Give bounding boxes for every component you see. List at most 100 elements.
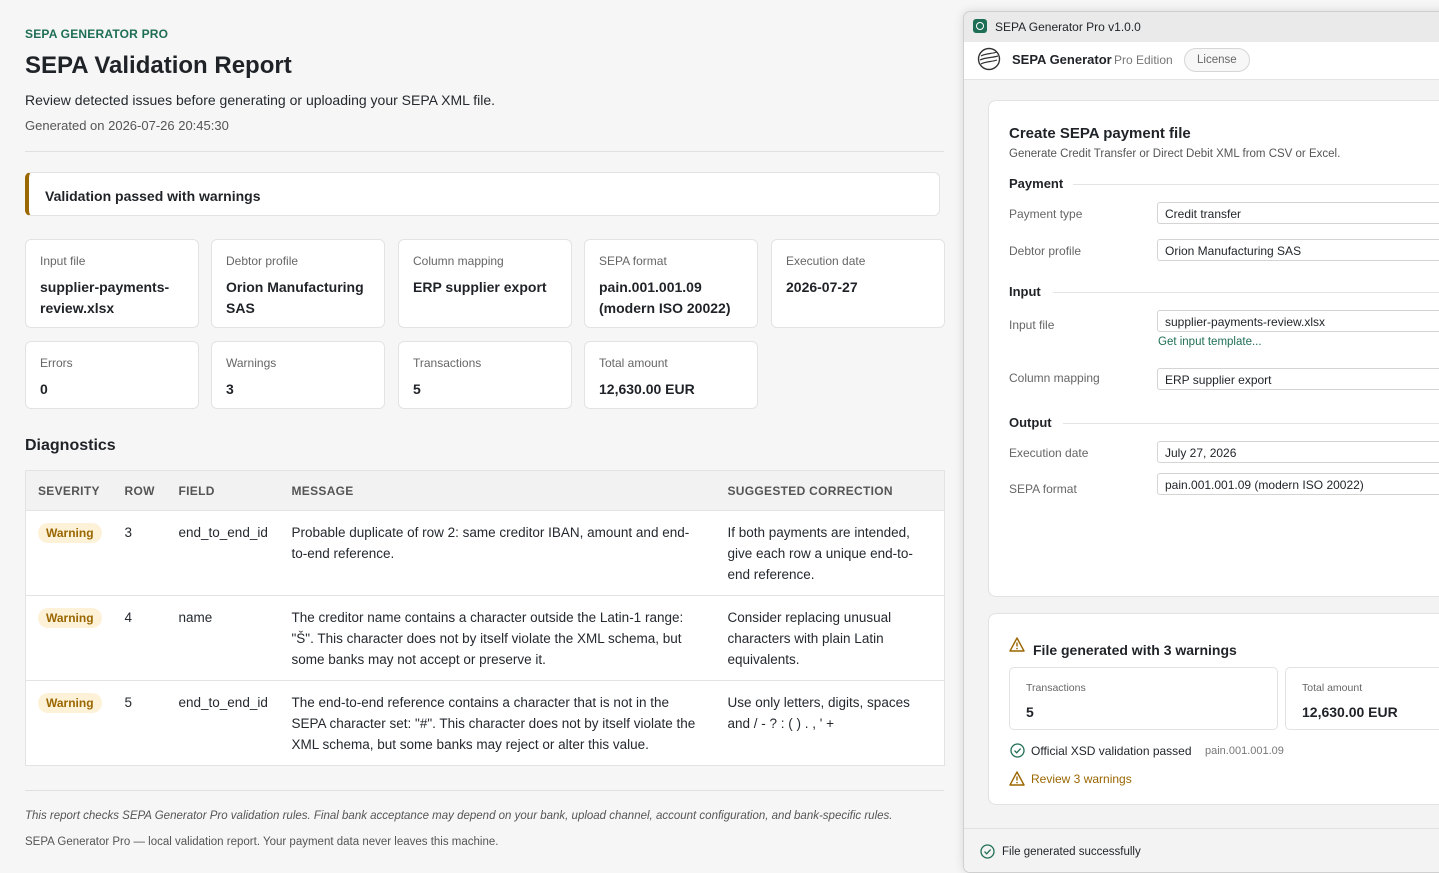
validation-report: SEPA GENERATOR PRO SEPA Validation Repor… — [25, 0, 945, 872]
report-brand: SEPA GENERATOR PRO — [25, 27, 169, 41]
result-title: File generated with 3 warnings — [1033, 642, 1237, 658]
summary-label: Warnings — [226, 356, 277, 370]
result-label: Total amount — [1302, 682, 1363, 694]
create-file-panel: Create SEPA payment file Generate Credit… — [988, 100, 1439, 597]
report-footer: SEPA Generator Pro — local validation re… — [25, 836, 499, 848]
correction-text: Use only letters, digits, spaces and / -… — [715, 680, 945, 766]
warning-icon — [1009, 637, 1025, 652]
summary-value: 2026-07-27 — [786, 279, 858, 295]
result-amount-card: Total amount 12,630.00 EUR — [1285, 667, 1439, 730]
severity-badge: Warning — [38, 523, 102, 543]
app-name: SEPA Generator — [1012, 52, 1112, 67]
severity-badge: Warning — [38, 608, 102, 628]
column-header: SUGGESTED CORRECTION — [715, 470, 945, 511]
message-text: The end-to-end reference contains a char… — [279, 680, 716, 766]
group-divider — [1053, 292, 1439, 293]
field-name: end_to_end_id — [166, 680, 280, 766]
summary-label: Execution date — [786, 254, 866, 268]
diagnostics-title: Diagnostics — [25, 437, 116, 454]
check-circle-icon — [980, 844, 995, 859]
summary-label: Errors — [40, 356, 73, 370]
result-panel: File generated with 3 warnings Transacti… — [988, 613, 1439, 805]
debtor-profile-label: Debtor profile — [1009, 244, 1082, 258]
header-divider — [25, 151, 944, 152]
summary-value: ERP supplier export — [413, 279, 547, 295]
column-header: FIELD — [166, 470, 280, 511]
summary-value: 0 — [40, 381, 48, 397]
group-divider — [1073, 184, 1439, 185]
summary-card-sepa-format: SEPA format pain.001.001.09 (modern ISO … — [584, 239, 758, 328]
app-icon — [973, 19, 987, 33]
column-mapping-select[interactable]: ERP supplier export — [1157, 368, 1439, 390]
license-button[interactable]: License — [1184, 48, 1250, 72]
page-subtitle: Review detected issues before generating… — [25, 92, 496, 108]
status-text: File generated successfully — [1002, 846, 1141, 858]
page-title: SEPA Validation Report — [25, 52, 292, 79]
summary-label: SEPA format — [599, 254, 667, 268]
field-name: name — [166, 595, 280, 681]
summary-value: supplier-payments-review.xlsx — [40, 279, 170, 316]
input-file-field[interactable]: supplier-payments-review.xlsx — [1157, 310, 1439, 332]
xsd-format-text: pain.001.001.09 — [1205, 745, 1284, 757]
status-banner-text: Validation passed with warnings — [45, 188, 261, 204]
summary-label: Transactions — [413, 356, 482, 370]
app-window: SEPA Generator Pro v1.0.0 SEPA Generator… — [963, 11, 1439, 873]
message-text: The creditor name contains a character o… — [279, 595, 716, 681]
result-value: 12,630.00 EUR — [1302, 704, 1398, 720]
table-row: Warning 4 name The creditor name contain… — [25, 595, 945, 681]
correction-text: If both payments are intended, give each… — [715, 510, 945, 596]
summary-card-transactions: Transactions 5 — [398, 341, 572, 409]
summary-card-input-file: Input file supplier-payments-review.xlsx — [25, 239, 199, 328]
form-title: Create SEPA payment file — [1009, 125, 1191, 142]
footer-divider — [25, 790, 944, 791]
globe-logo-icon — [977, 47, 1001, 71]
row-number: 3 — [112, 510, 167, 596]
generated-timestamp: Generated on 2026-07-26 20:45:30 — [25, 118, 229, 133]
payment-type-label: Payment type — [1009, 207, 1083, 221]
column-header: MESSAGE — [279, 470, 716, 511]
payment-type-select[interactable]: Credit transfer — [1157, 202, 1439, 224]
summary-card-debtor-profile: Debtor profile Orion Manufacturing SAS — [211, 239, 385, 328]
column-mapping-label: Column mapping — [1009, 371, 1100, 385]
table-row: Warning 5 end_to_end_id The end-to-end r… — [25, 680, 945, 766]
warning-icon — [1009, 771, 1025, 786]
status-banner: Validation passed with warnings — [25, 172, 940, 216]
message-text: Probable duplicate of row 2: same credit… — [279, 510, 716, 596]
group-divider — [1063, 423, 1439, 424]
summary-label: Input file — [40, 254, 86, 268]
summary-value: 5 — [413, 381, 421, 397]
app-edition: Pro Edition — [1114, 53, 1173, 67]
sepa-format-select[interactable]: pain.001.001.09 (modern ISO 20022) — [1157, 473, 1439, 495]
get-template-link[interactable]: Get input template... — [1158, 336, 1262, 348]
column-header: SEVERITY — [25, 470, 113, 511]
group-output: Output — [1009, 415, 1052, 430]
summary-label: Column mapping — [413, 254, 504, 268]
diagnostics-table: SEVERITY ROW FIELD MESSAGE SUGGESTED COR… — [25, 470, 945, 766]
debtor-profile-select[interactable]: Orion Manufacturing SAS — [1157, 239, 1439, 261]
summary-value: Orion Manufacturing SAS — [226, 279, 364, 316]
window-titlebar[interactable]: SEPA Generator Pro v1.0.0 — [964, 12, 1439, 42]
summary-card-errors: Errors 0 — [25, 341, 199, 409]
summary-label: Total amount — [599, 356, 668, 370]
summary-card-column-mapping: Column mapping ERP supplier export — [398, 239, 572, 328]
window-title: SEPA Generator Pro v1.0.0 — [995, 20, 1141, 34]
column-header: ROW — [112, 470, 167, 511]
row-number: 4 — [112, 595, 167, 681]
sepa-format-label: SEPA format — [1009, 482, 1077, 496]
summary-card-warnings: Warnings 3 — [211, 341, 385, 409]
field-name: end_to_end_id — [166, 510, 280, 596]
app-header: SEPA Generator Pro Edition License — [964, 42, 1439, 80]
input-file-label: Input file — [1009, 318, 1055, 332]
execution-date-picker[interactable]: July 27, 2026 — [1157, 441, 1439, 463]
group-payment: Payment — [1009, 176, 1064, 191]
disclaimer-note: This report checks SEPA Generator Pro va… — [25, 810, 893, 822]
result-transactions-card: Transactions 5 — [1009, 667, 1278, 730]
result-label: Transactions — [1026, 682, 1086, 694]
form-subtitle: Generate Credit Transfer or Direct Debit… — [1009, 148, 1341, 160]
summary-value: pain.001.001.09 (modern ISO 20022) — [599, 279, 731, 316]
review-warnings-link[interactable]: Review 3 warnings — [1031, 772, 1132, 786]
summary-value: 3 — [226, 381, 234, 397]
xsd-validation-text: Official XSD validation passed — [1031, 744, 1192, 758]
summary-card-total-amount: Total amount 12,630.00 EUR — [584, 341, 758, 409]
row-number: 5 — [112, 680, 167, 766]
